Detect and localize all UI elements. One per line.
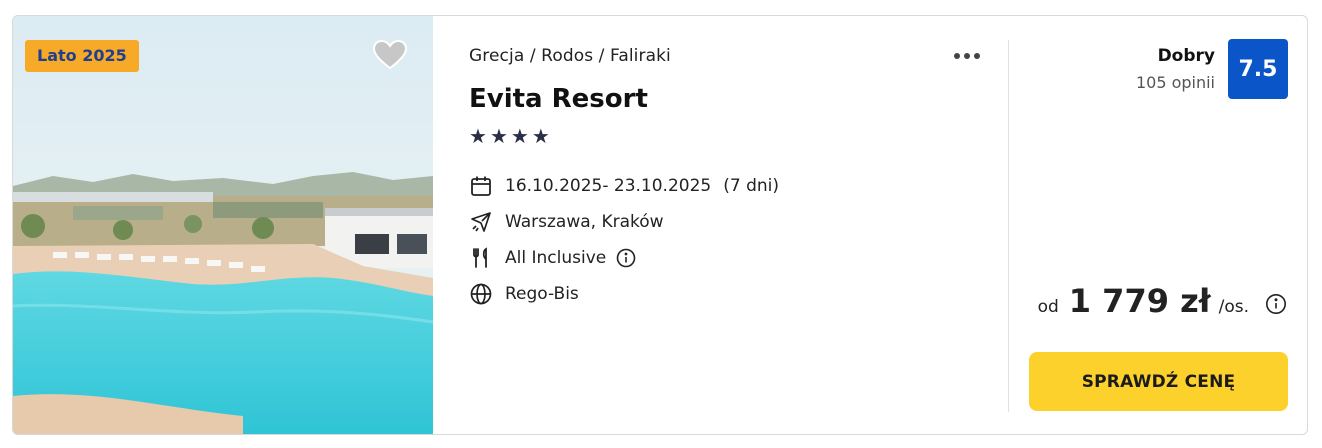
heart-icon [373,40,407,70]
travel-dates: 16.10.2025- 23.10.2025 [505,176,712,196]
price-amount: 1 779 zł [1068,282,1211,320]
cutlery-icon [469,246,493,270]
departure-row: Warszawa, Kraków [469,204,779,240]
calendar-icon [469,174,493,198]
offer-card[interactable]: Lato 2025 Grecja / Rodos / Faliraki Evit… [12,15,1308,435]
hotel-photo[interactable]: Lato 2025 [13,16,433,434]
operator-row: Rego-Bis [469,276,779,312]
more-dots-icon [954,53,980,59]
column-divider [1008,40,1009,412]
hotel-photo-image [13,16,433,434]
offer-info: Grecja / Rodos / Faliraki Evita Resort ★… [469,16,989,434]
price-prefix: od [1037,297,1059,317]
check-price-button[interactable]: SPRAWDŹ CENĘ [1029,352,1288,411]
price-suffix: /os. [1218,297,1249,317]
price-block: od 1 779 zł /os. [1038,282,1287,320]
star-icon: ★ [469,124,487,148]
star-icon: ★ [489,124,508,148]
hotel-stars: ★ ★ ★ ★ [469,124,550,148]
price-info-icon[interactable] [1265,293,1287,315]
hotel-name[interactable]: Evita Resort [469,84,648,114]
departure-cities: Warszawa, Kraków [505,212,664,232]
location-breadcrumb[interactable]: Grecja / Rodos / Faliraki [469,46,671,66]
rating-score-badge: 7.5 [1228,39,1288,99]
board-row: All Inclusive [469,240,779,276]
rating-label: Dobry [1157,46,1215,66]
star-icon: ★ [510,124,529,148]
plane-icon [469,210,493,234]
season-badge: Lato 2025 [25,40,139,72]
board-type: All Inclusive [505,248,607,268]
more-options-button[interactable] [949,44,985,68]
favorite-button[interactable] [373,38,407,72]
tour-operator: Rego-Bis [505,284,579,304]
review-count[interactable]: 105 opinii [1136,73,1215,92]
dates-row: 16.10.2025- 23.10.2025 (7 dni) [469,168,779,204]
star-icon: ★ [531,124,550,148]
trip-duration: (7 dni) [723,176,779,196]
offer-details: 16.10.2025- 23.10.2025 (7 dni) Warszawa,… [469,168,779,312]
board-info-icon[interactable] [616,248,636,268]
globe-icon [469,282,493,306]
